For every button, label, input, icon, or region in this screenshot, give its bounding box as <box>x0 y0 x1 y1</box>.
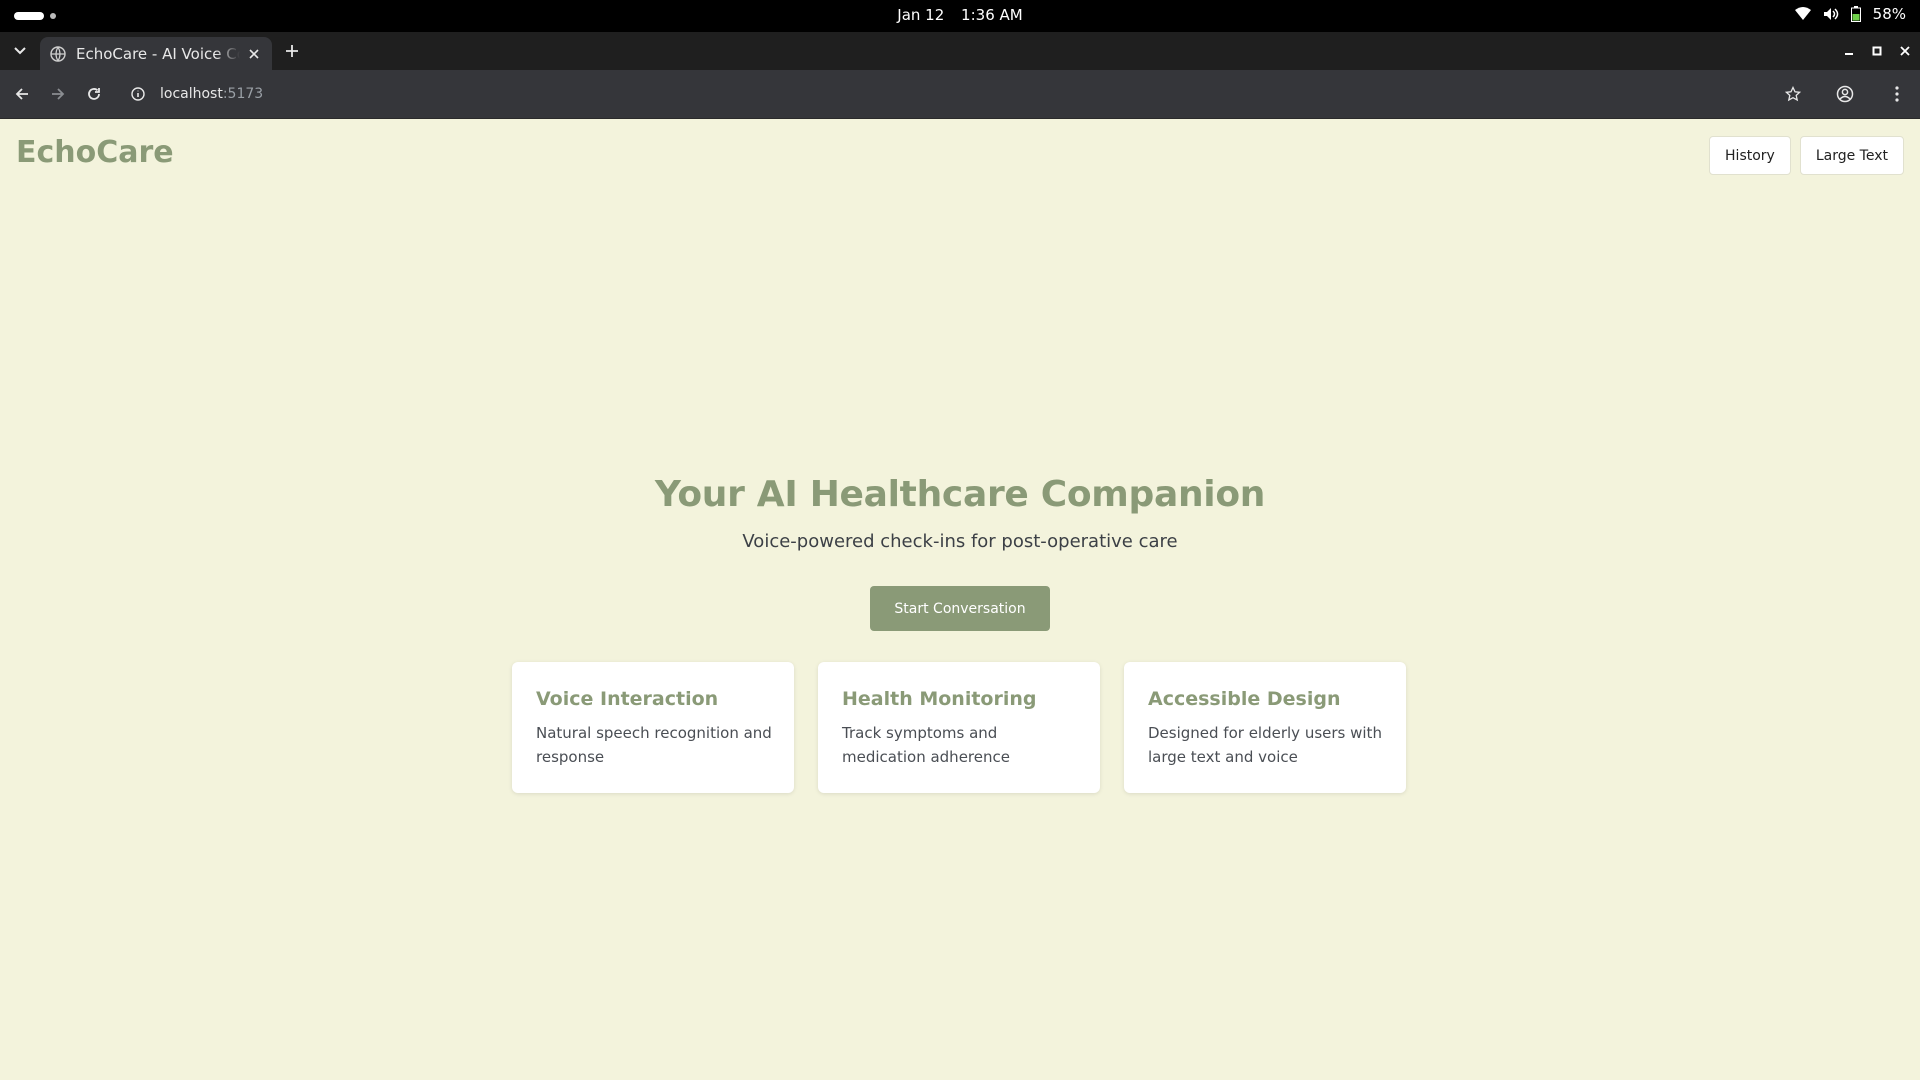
globe-icon <box>50 45 66 62</box>
feature-title: Health Monitoring <box>842 688 1037 710</box>
feature-card-accessible-design: Accessible Design Designed for elderly u… <box>1124 662 1406 793</box>
minimize-icon <box>1845 53 1853 55</box>
hero-subtitle: Voice-powered check-ins for post-operati… <box>742 531 1178 552</box>
url-port: :5173 <box>222 86 264 102</box>
app-header: EchoCare History Large Text <box>0 119 1920 191</box>
window-controls <box>1840 42 1914 60</box>
feature-description: Natural speech recognition and response <box>536 724 772 766</box>
profile-button[interactable] <box>1834 83 1856 105</box>
url-host: localhost <box>160 86 223 102</box>
clock[interactable]: Jan 12 1:36 AM <box>0 6 1920 24</box>
app-logo[interactable]: EchoCare <box>16 135 174 170</box>
arrow-left-icon <box>15 88 28 100</box>
feature-description: Designed for elderly users with large te… <box>1148 724 1382 766</box>
wifi-icon <box>1794 7 1811 21</box>
back-button[interactable] <box>11 83 33 105</box>
feature-cards: Voice Interaction Natural speech recogni… <box>512 662 1406 793</box>
hero-section: Your AI Healthcare Companion Voice-power… <box>0 474 1920 552</box>
browser-tab-active[interactable]: EchoCare - AI Voice Companion <box>40 37 272 70</box>
new-tab-button[interactable] <box>282 41 302 61</box>
maximize-icon <box>1872 46 1882 56</box>
tab-close-button[interactable] <box>246 46 262 62</box>
hero-title: Your AI Healthcare Companion <box>654 474 1266 515</box>
close-icon <box>1900 46 1910 56</box>
plus-icon <box>286 45 298 57</box>
clock-date: Jan 12 <box>897 6 945 24</box>
address-bar[interactable]: localhost:5173 <box>122 77 1812 111</box>
reload-icon <box>88 88 100 100</box>
clock-time: 1:36 AM <box>961 6 1023 24</box>
reload-button[interactable] <box>83 83 105 105</box>
close-window-button[interactable] <box>1896 42 1914 60</box>
history-button[interactable]: History <box>1709 136 1791 175</box>
maximize-button[interactable] <box>1868 42 1886 60</box>
forward-button[interactable] <box>47 83 69 105</box>
volume-icon <box>1823 7 1839 21</box>
system-tray[interactable]: 58% <box>1794 5 1906 23</box>
minimize-button[interactable] <box>1840 42 1858 60</box>
bookmark-star-button[interactable] <box>1782 83 1804 105</box>
large-text-button[interactable]: Large Text <box>1799 136 1904 175</box>
browser-toolbar: localhost:5173 <box>0 70 1920 119</box>
battery-icon <box>1850 6 1861 22</box>
feature-title: Voice Interaction <box>536 688 719 710</box>
header-actions: History Large Text <box>1709 136 1904 175</box>
tab-title: EchoCare - AI Voice Companion <box>76 44 240 63</box>
feature-description: Track symptoms and medication adherence <box>842 724 1010 766</box>
browser-menu-button[interactable] <box>1886 83 1908 105</box>
account-icon <box>1836 85 1854 103</box>
feature-title: Accessible Design <box>1148 688 1341 710</box>
os-top-bar: Jan 12 1:36 AM 58% <box>0 0 1920 32</box>
tab-search-button[interactable] <box>8 40 32 62</box>
chevron-down-icon <box>14 47 26 55</box>
feature-card-voice-interaction: Voice Interaction Natural speech recogni… <box>512 662 794 793</box>
browser-tabstrip: EchoCare - AI Voice Companion <box>0 32 1920 70</box>
toolbar-actions <box>1782 83 1908 105</box>
star-icon <box>1785 86 1801 102</box>
page-content: EchoCare History Large Text Your AI Heal… <box>0 119 1920 1080</box>
arrow-right-icon <box>52 88 65 100</box>
info-icon[interactable] <box>130 86 146 102</box>
more-vertical-icon <box>1895 86 1899 102</box>
battery-percent: 58% <box>1872 5 1906 23</box>
close-icon <box>249 48 259 59</box>
start-conversation-button[interactable]: Start Conversation <box>870 586 1050 631</box>
feature-card-health-monitoring: Health Monitoring Track symptoms and med… <box>818 662 1100 793</box>
